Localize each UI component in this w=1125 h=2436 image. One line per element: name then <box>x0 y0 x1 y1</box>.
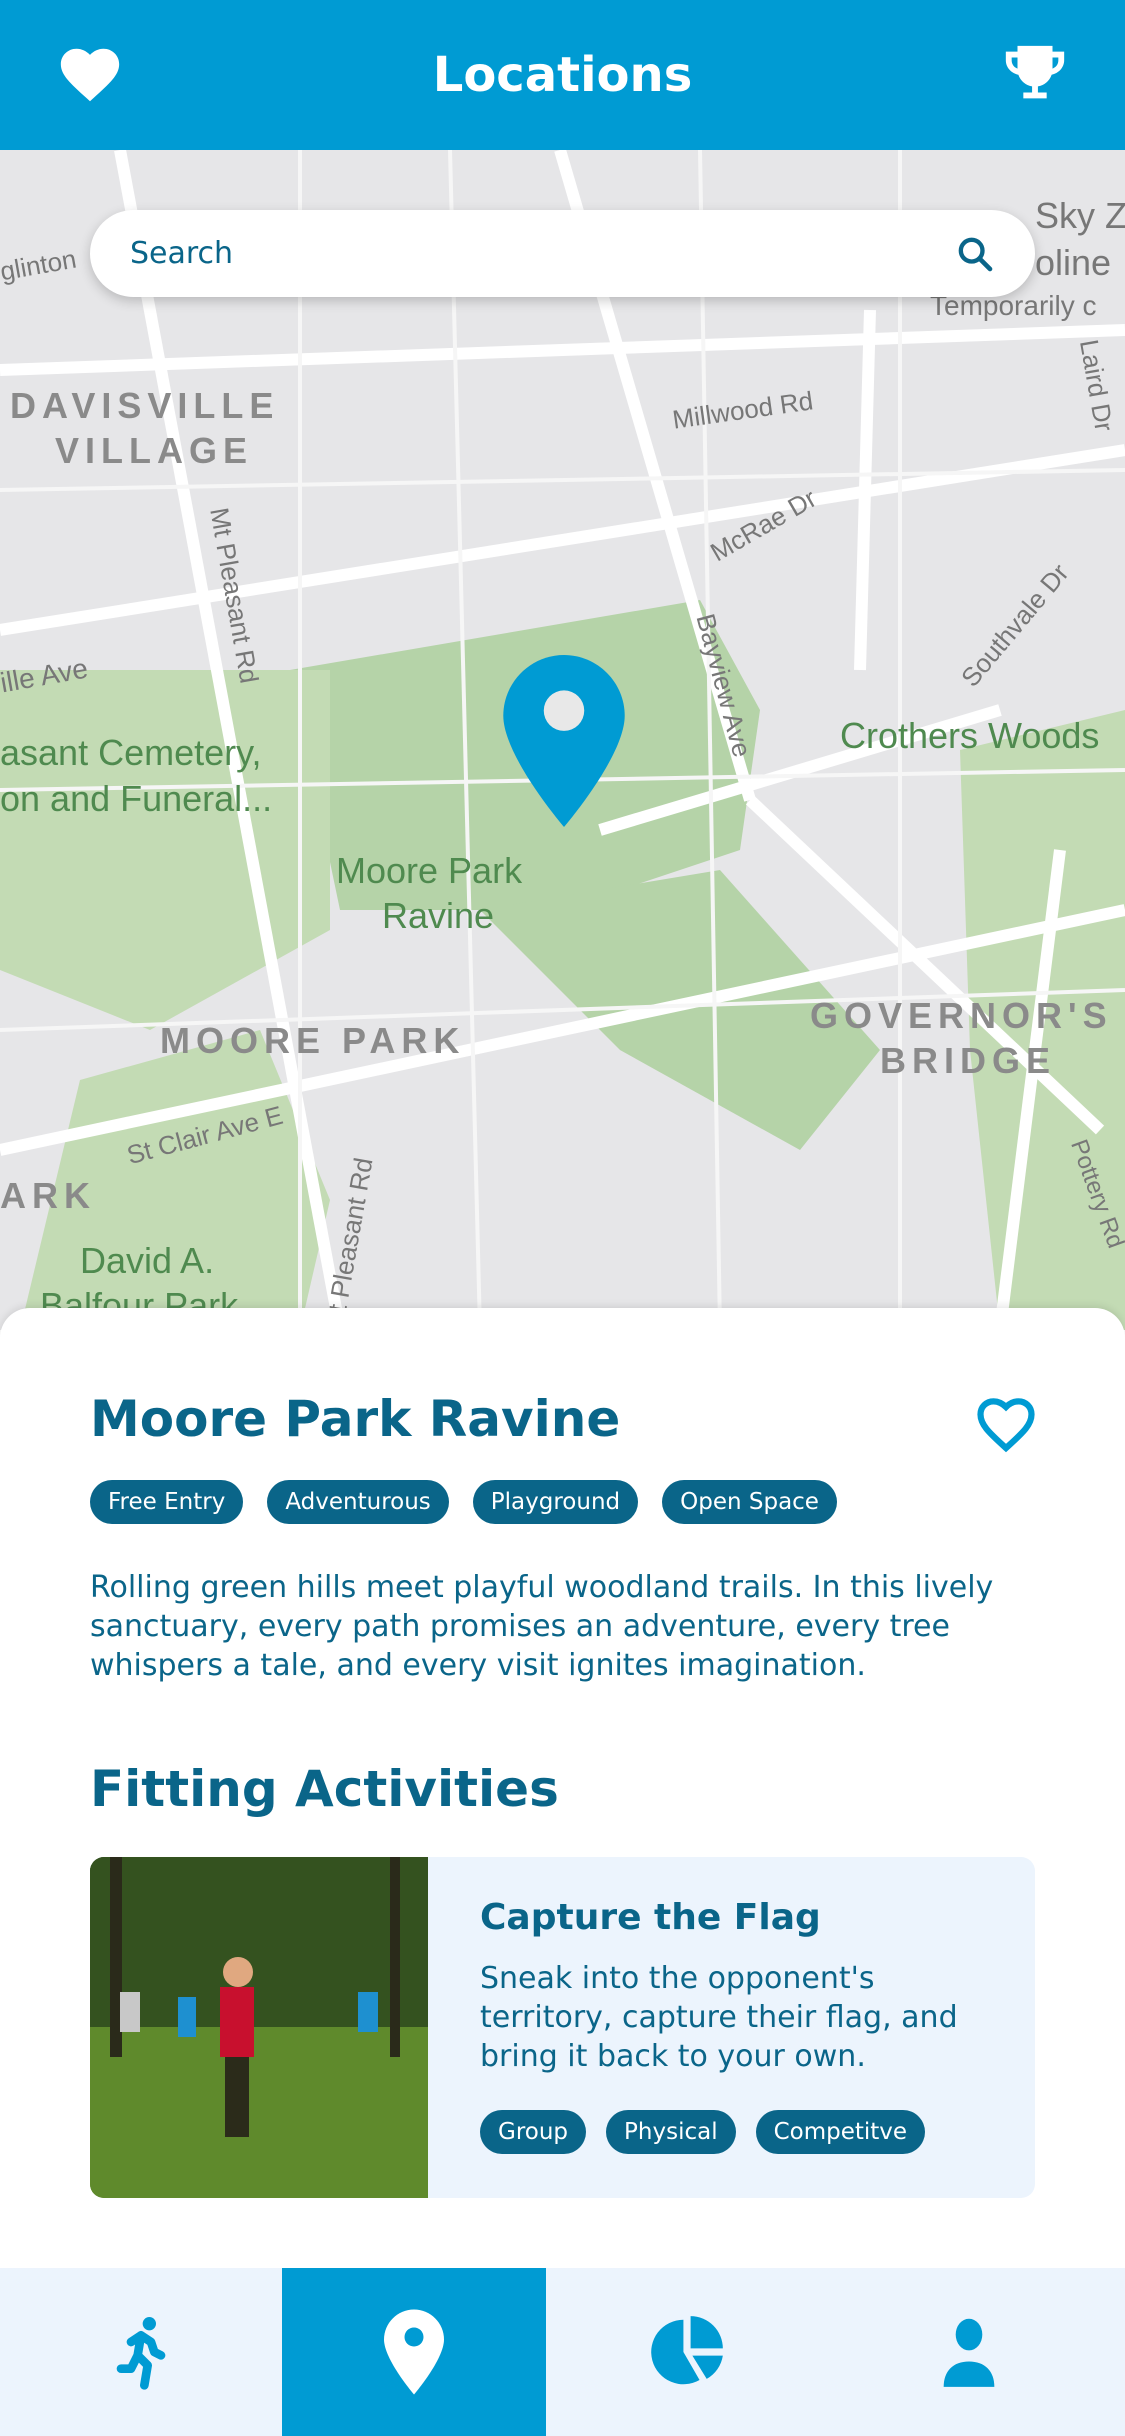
activity-title: Capture the Flag <box>480 1897 821 1938</box>
tag-chip: Physical <box>606 2110 736 2154</box>
nav-activities[interactable] <box>0 2268 282 2436</box>
tag-chip: Free Entry <box>90 1480 244 1524</box>
activities-heading: Fitting Activities <box>90 1760 559 1818</box>
nav-profile[interactable] <box>828 2268 1110 2436</box>
map-label: MOORE PARK <box>160 1020 466 1061</box>
map-label: David A. <box>80 1240 215 1281</box>
map-label: oline <box>1035 242 1112 283</box>
location-pin-icon[interactable] <box>503 655 625 827</box>
trophy-icon[interactable] <box>1000 40 1070 110</box>
activity-tags: Group Physical Competitve <box>480 2110 926 2154</box>
map-label: Moore Park <box>336 850 523 891</box>
tag-chip: Adventurous <box>267 1480 449 1524</box>
nav-locations[interactable] <box>282 2268 546 2436</box>
map-label: Ravine <box>382 895 495 936</box>
map-label: VILLAGE <box>55 430 254 471</box>
tag-chip: Playground <box>472 1480 639 1524</box>
tag-chip: Open Space <box>662 1480 837 1524</box>
activity-photo <box>90 1857 428 2198</box>
search-icon[interactable] <box>955 234 995 274</box>
map-label: Crothers Woods <box>840 715 1100 756</box>
location-title: Moore Park Ravine <box>90 1390 621 1448</box>
location-description: Rolling green hills meet playful woodlan… <box>90 1570 994 1683</box>
tag-chip: Competitve <box>755 2110 926 2154</box>
location-pin-icon <box>384 2309 444 2395</box>
page-title: Locations <box>432 47 693 103</box>
favorite-heart-icon[interactable] <box>972 1390 1040 1458</box>
activity-card[interactable]: Capture the Flag Sneak into the opponent… <box>90 1857 1035 2198</box>
search-input[interactable]: Search <box>90 210 1035 297</box>
bottom-nav <box>0 2268 1125 2436</box>
running-icon <box>116 2317 166 2390</box>
search-placeholder: Search <box>130 236 234 271</box>
map-label: on and Funeral... <box>0 778 273 819</box>
location-tags: Free Entry Adventurous Playground Open S… <box>90 1480 837 1524</box>
user-icon <box>943 2318 995 2387</box>
map-label: GOVERNOR'S <box>810 995 1113 1036</box>
map-label: DAVISVILLE <box>10 385 280 426</box>
pie-chart-icon <box>651 2316 723 2385</box>
tag-chip: Group <box>480 2110 587 2154</box>
map-view[interactable]: DAVISVILLE VILLAGE Millwood Rd McRae Dr … <box>0 150 1125 1330</box>
map-label: asant Cemetery, <box>0 732 262 773</box>
heart-icon[interactable] <box>55 40 125 110</box>
activity-description: Sneak into the opponent's territory, cap… <box>480 1961 958 2074</box>
app-header: Locations <box>0 0 1125 150</box>
map-label: ARK <box>0 1175 96 1216</box>
map-label: BRIDGE <box>880 1040 1057 1081</box>
map-label: Sky Z <box>1035 195 1125 236</box>
nav-stats[interactable] <box>546 2268 828 2436</box>
